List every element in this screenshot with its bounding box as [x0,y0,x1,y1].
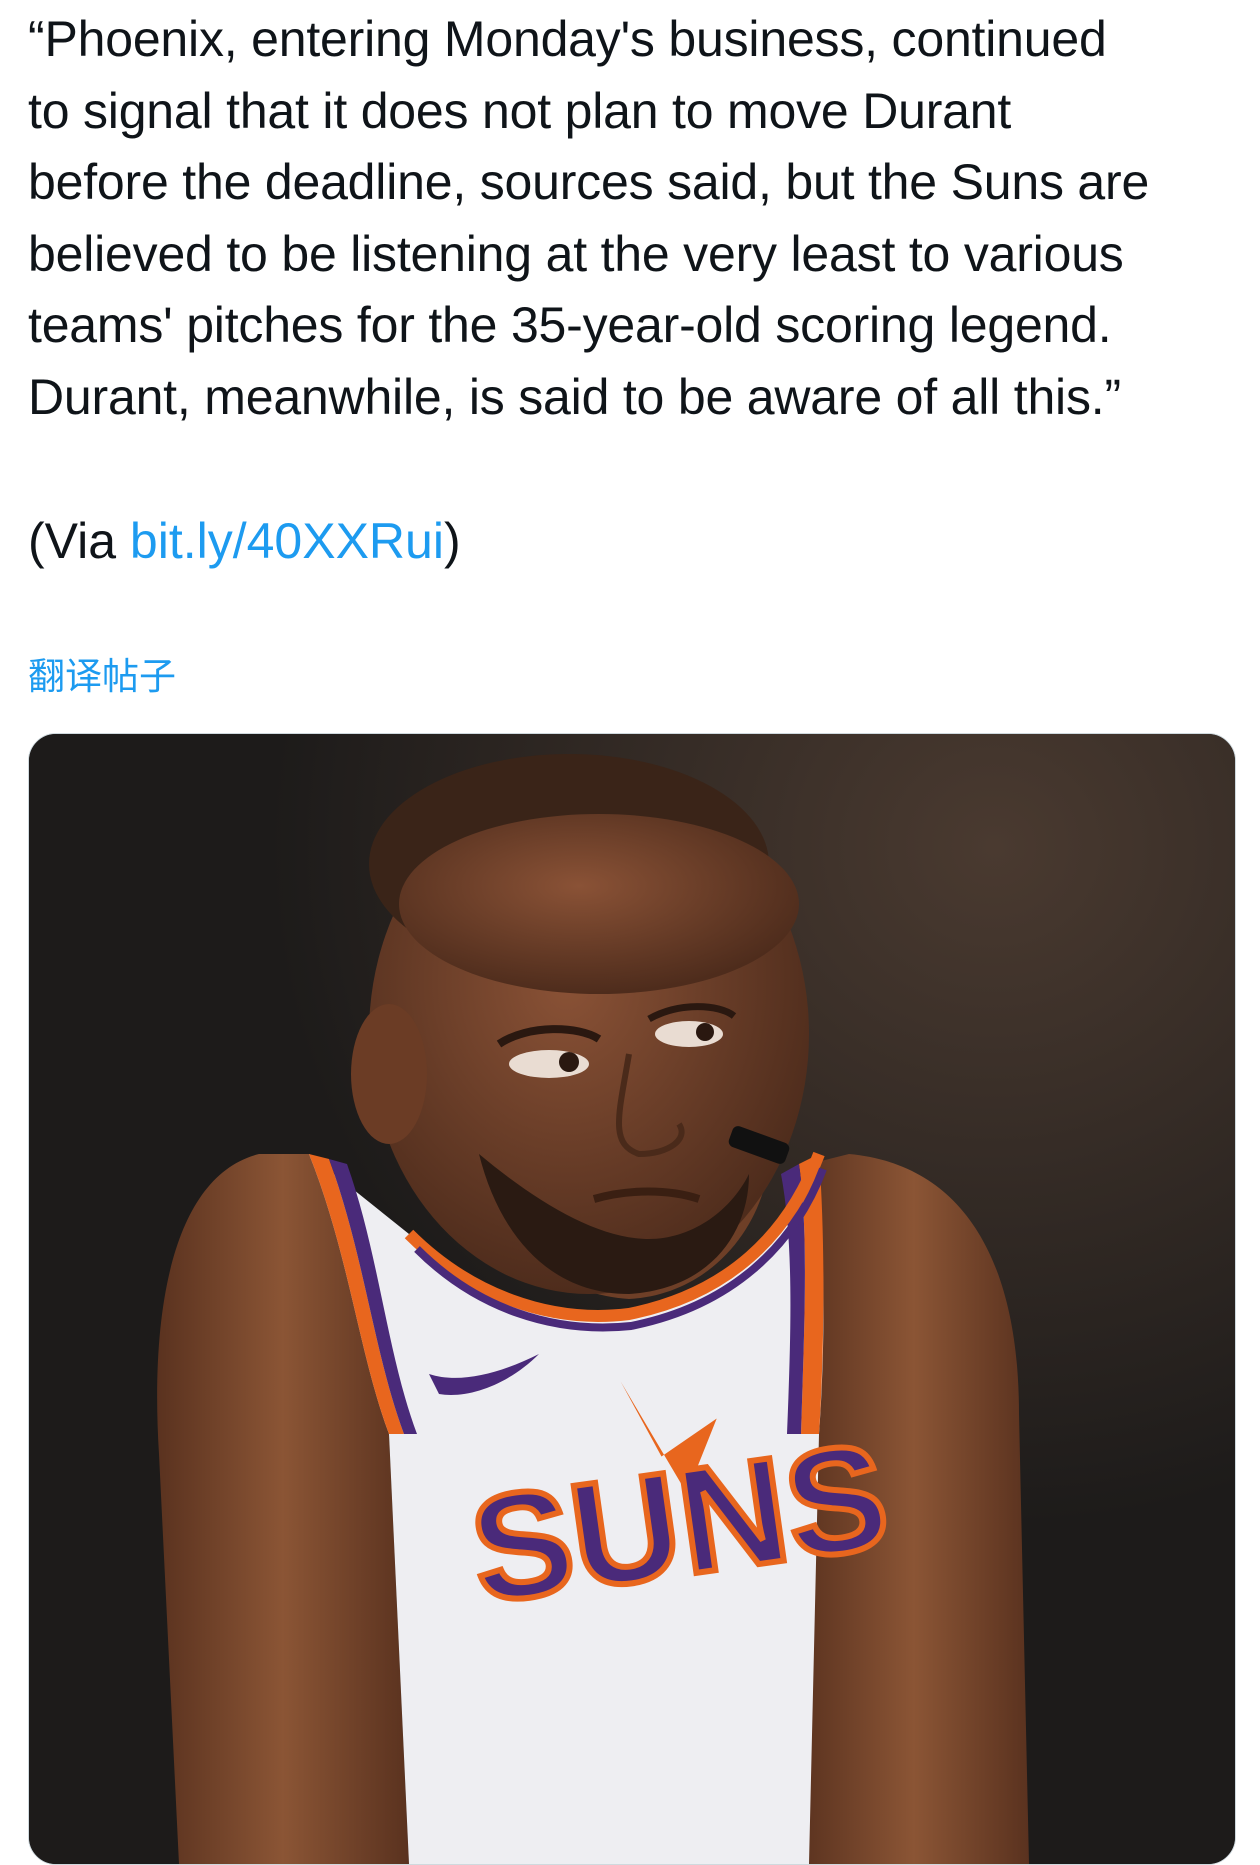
player-photo: SUNS [29,734,1235,1864]
post-media-image[interactable]: SUNS [28,733,1236,1865]
translate-post-button[interactable]: 翻译帖子 [28,652,176,702]
ear [351,1004,427,1144]
post-body-text: “Phoenix, entering Monday's business, co… [28,11,1150,425]
via-prefix: (Via [28,513,130,569]
via-suffix: ) [443,513,461,569]
via-line: (Via bit.ly/40XXRui) [28,505,461,577]
source-link[interactable]: bit.ly/40XXRui [130,513,444,569]
